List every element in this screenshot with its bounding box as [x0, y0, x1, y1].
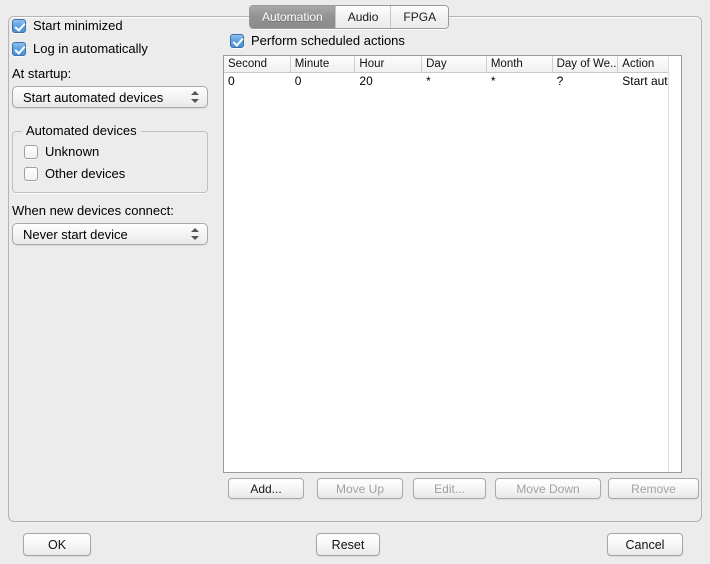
checkbox-other-devices-label: Other devices	[45, 166, 126, 181]
tab-bar: Automation Audio FPGA	[249, 5, 450, 29]
table-header-row: Second Minute Hour Day Month Day of We..…	[224, 56, 681, 73]
tab-automation-label: Automation	[262, 10, 323, 24]
checkbox-log-in-automatically[interactable]: Log in automatically	[12, 41, 220, 56]
cancel-button[interactable]: Cancel	[607, 533, 683, 556]
scheduled-actions-column: Perform scheduled actions Second Minute …	[223, 33, 699, 499]
automated-devices-group-body: Unknown Other devices	[12, 138, 208, 181]
cell-day-of-week: ?	[556, 74, 564, 88]
tab-fpga-label: FPGA	[403, 10, 437, 24]
tab-fpga[interactable]: FPGA	[390, 6, 449, 28]
checkbox-start-minimized[interactable]: Start minimized	[12, 18, 220, 33]
cell-minute: 0	[294, 74, 302, 88]
ok-button[interactable]: OK	[23, 533, 91, 556]
when-new-devices-connect-select[interactable]: Never start device	[12, 223, 208, 245]
move-down-button-label: Move Down	[516, 481, 580, 496]
checkbox-log-in-automatically-label: Log in automatically	[33, 41, 148, 56]
checkbox-perform-scheduled-actions-label: Perform scheduled actions	[251, 33, 405, 48]
when-new-devices-connect-label: When new devices connect:	[12, 203, 174, 218]
checkbox-perform-scheduled-actions-box[interactable]	[230, 33, 244, 48]
reset-button[interactable]: Reset	[316, 533, 380, 556]
chevron-updown-icon	[191, 90, 200, 104]
checkbox-start-minimized-label: Start minimized	[33, 18, 123, 33]
column-header-day-of-week[interactable]: Day of We...	[553, 56, 619, 72]
table-row[interactable]: 0 0 20 * * ? Start aut...	[224, 73, 681, 90]
checkbox-start-minimized-box[interactable]	[12, 18, 26, 33]
checkbox-other-devices[interactable]: Other devices	[24, 166, 208, 181]
at-startup-select[interactable]: Start automated devices	[12, 86, 208, 108]
table-action-buttons: Add... Move Up Edit... Move Down Remove	[223, 478, 699, 499]
cell-hour: 20	[359, 74, 373, 88]
cell-second: 0	[228, 74, 235, 88]
cell-month: *	[490, 74, 496, 88]
checkbox-unknown-label: Unknown	[45, 144, 100, 159]
column-header-second[interactable]: Second	[224, 56, 291, 72]
cancel-button-label: Cancel	[625, 537, 665, 552]
checkbox-perform-scheduled-actions[interactable]: Perform scheduled actions	[230, 33, 682, 48]
automated-devices-group-title: Automated devices	[22, 124, 141, 138]
automated-devices-group: Automated devices Unknown Other devices	[12, 124, 208, 193]
at-startup-label: At startup:	[12, 66, 72, 81]
add-button-label: Add...	[250, 481, 282, 496]
chevron-updown-icon	[191, 227, 200, 241]
left-options-column: Start minimized Log in automatically At …	[12, 18, 220, 245]
column-header-minute[interactable]: Minute	[291, 56, 356, 72]
tab-audio-label: Audio	[347, 10, 379, 24]
tab-audio[interactable]: Audio	[334, 6, 391, 28]
column-header-hour[interactable]: Hour	[355, 56, 423, 72]
add-button[interactable]: Add...	[228, 478, 304, 499]
when-new-devices-connect-select-value: Never start device	[23, 226, 128, 242]
edit-button-label: Edit...	[434, 481, 465, 496]
column-header-month[interactable]: Month	[487, 56, 553, 72]
at-startup-select-value: Start automated devices	[23, 89, 164, 105]
checkbox-log-in-automatically-box[interactable]	[12, 41, 26, 56]
reset-button-label: Reset	[331, 537, 365, 552]
vertical-scrollbar[interactable]	[668, 56, 681, 472]
column-header-day[interactable]: Day	[422, 56, 487, 72]
checkbox-other-devices-box[interactable]	[24, 166, 38, 181]
move-up-button[interactable]: Move Up	[317, 478, 403, 499]
scheduled-actions-table[interactable]: Second Minute Hour Day Month Day of We..…	[223, 55, 682, 473]
edit-button[interactable]: Edit...	[413, 478, 486, 499]
remove-button-label: Remove	[631, 481, 676, 496]
cell-day: *	[426, 74, 431, 88]
move-down-button[interactable]: Move Down	[495, 478, 601, 499]
remove-button[interactable]: Remove	[608, 478, 699, 499]
move-up-button-label: Move Up	[335, 481, 385, 496]
checkbox-unknown[interactable]: Unknown	[24, 144, 208, 159]
checkbox-unknown-box[interactable]	[24, 144, 38, 159]
ok-button-label: OK	[47, 537, 67, 552]
tab-automation[interactable]: Automation	[250, 6, 335, 28]
